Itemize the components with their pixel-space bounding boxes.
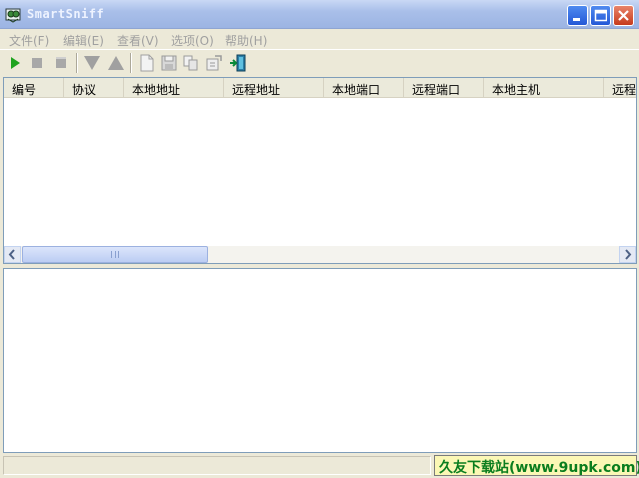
list-header: 编号 协议 本地地址 远程地址 本地端口 远程端口 本地主机 远程 [4,78,636,98]
close-icon [618,10,629,21]
column-header-remote-address[interactable]: 远程地址 [224,78,324,98]
menu-file[interactable]: 文件(F) [9,32,49,48]
maximize-icon [594,9,607,22]
properties-icon [206,55,222,71]
scroll-right-button[interactable] [619,246,636,263]
play-icon [11,57,20,69]
copy-icon [183,55,198,71]
start-capture-button[interactable] [6,54,24,72]
toolbar-separator [76,53,78,73]
title-bar[interactable]: SmartSniff [0,0,639,29]
exit-door-icon [230,54,246,72]
packet-list[interactable]: 编号 协议 本地地址 远程地址 本地端口 远程端口 本地主机 远程 [3,77,637,264]
column-header-id[interactable]: 编号 [4,78,64,98]
blank-page-icon [140,54,154,72]
smartsniff-app-icon [5,8,21,23]
menu-bar: 文件(F) 编辑(E) 查看(V) 选项(O) 帮助(H) [0,29,639,49]
minimize-icon [573,18,580,21]
column-header-local-port[interactable]: 本地端口 [324,78,404,98]
chevron-left-icon [8,249,15,260]
status-text [3,456,431,475]
scroll-left-button[interactable] [4,246,21,263]
pause-icon [56,57,66,68]
toolbar [0,49,639,76]
close-button[interactable] [613,5,634,26]
column-header-remote-port[interactable]: 远程端口 [404,78,484,98]
stop-capture-button[interactable] [28,54,46,72]
scrollbar-thumb[interactable] [22,246,208,263]
floppy-disk-icon [161,55,177,71]
column-header-local-host[interactable]: 本地主机 [484,78,604,98]
copy-button[interactable] [182,54,200,72]
pause-capture-button[interactable] [52,54,70,72]
triangle-up-icon [108,56,124,70]
stop-icon [32,58,42,68]
column-header-local-address[interactable]: 本地地址 [124,78,224,98]
menu-help[interactable]: 帮助(H) [225,32,267,48]
menu-options[interactable]: 选项(O) [171,32,214,48]
move-down-button[interactable] [83,54,101,72]
column-header-remote-host[interactable]: 远程 [604,78,636,98]
grip-icon [111,251,119,258]
status-bar: 久友下载站(www.9upk.com) [0,453,639,478]
exit-button[interactable] [229,54,247,72]
horizontal-scrollbar[interactable] [4,246,636,263]
toolbar-separator [130,53,132,73]
packet-detail-pane[interactable] [3,268,637,453]
column-header-protocol[interactable]: 协议 [64,78,124,98]
chevron-right-icon [625,249,632,260]
new-button[interactable] [138,54,156,72]
save-button[interactable] [160,54,178,72]
properties-button[interactable] [205,54,223,72]
minimize-button[interactable] [567,5,588,26]
maximize-button[interactable] [590,5,611,26]
move-up-button[interactable] [107,54,125,72]
window-title: SmartSniff [27,7,105,21]
triangle-down-icon [84,56,100,70]
menu-view[interactable]: 查看(V) [117,32,159,48]
menu-edit[interactable]: 编辑(E) [63,32,104,48]
watermark-banner: 久友下载站(www.9upk.com) [434,455,639,476]
